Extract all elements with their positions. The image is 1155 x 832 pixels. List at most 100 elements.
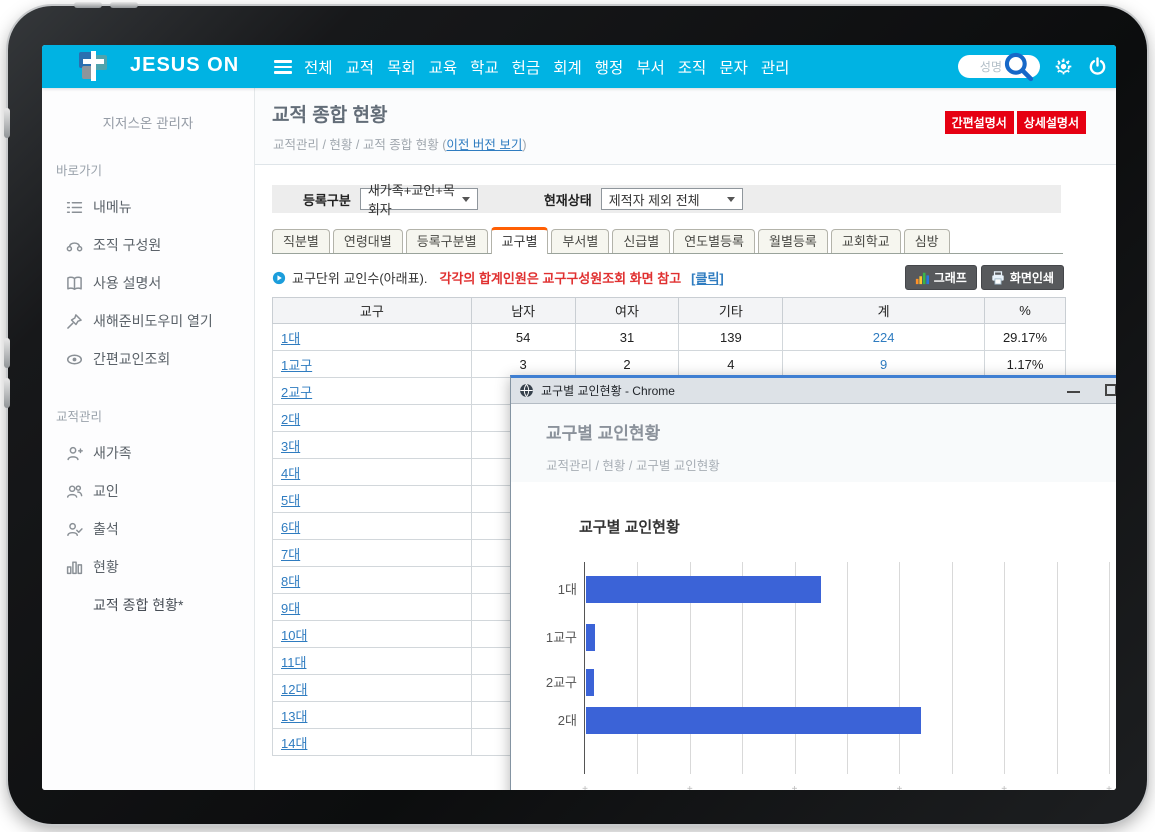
tab[interactable]: 직분별 bbox=[272, 229, 330, 253]
tab[interactable]: 등록구분별 bbox=[406, 229, 488, 253]
nav-item[interactable]: 헌금 bbox=[512, 56, 541, 78]
column-header: 남자 bbox=[471, 298, 575, 324]
chart-gridline bbox=[1057, 562, 1058, 774]
nav-item[interactable]: 교육 bbox=[429, 56, 458, 78]
table-header-row: 교구남자여자기타계% bbox=[273, 298, 1066, 324]
chart-category-label: 2교구 bbox=[521, 669, 577, 696]
maximize-button[interactable] bbox=[1105, 384, 1116, 396]
column-header: 교구 bbox=[273, 298, 472, 324]
detail-manual-button[interactable]: 상세설명서 bbox=[1017, 111, 1086, 134]
nav-item[interactable]: 조직 bbox=[678, 56, 707, 78]
column-header: 기타 bbox=[679, 298, 783, 324]
volume-button bbox=[110, 2, 138, 8]
tab[interactable]: 부서별 bbox=[551, 229, 609, 253]
tab[interactable]: 심방 bbox=[904, 229, 950, 253]
click-link[interactable]: [클릭] bbox=[691, 268, 724, 287]
popup-titlebar[interactable]: 교구별 교인현황 - Chrome bbox=[511, 378, 1116, 404]
tab[interactable]: 교구별 bbox=[491, 227, 549, 254]
hamburger-menu-icon[interactable] bbox=[274, 60, 292, 77]
sidebar-item[interactable]: 새해준비도우미 열기 bbox=[42, 302, 254, 340]
sidebar-item-label: 내메뉴 bbox=[93, 197, 132, 217]
tab[interactable]: 신급별 bbox=[612, 229, 670, 253]
district-link[interactable]: 2교구 bbox=[281, 385, 312, 400]
menu-list-icon bbox=[66, 199, 83, 216]
person-check-icon bbox=[66, 521, 83, 538]
district-link[interactable]: 5대 bbox=[281, 493, 300, 508]
search-input[interactable] bbox=[958, 60, 1002, 74]
minimize-button[interactable] bbox=[1067, 391, 1080, 393]
filter-bar: 등록구분 새가족+교인+목회자 현재상태 제적자 제외 전체 bbox=[272, 185, 1061, 213]
sidebar-item[interactable]: 새가족 bbox=[42, 434, 254, 472]
current-status-label: 현재상태 bbox=[544, 190, 592, 209]
nav-item[interactable]: 관리 bbox=[761, 56, 790, 78]
tab[interactable]: 교회학교 bbox=[831, 229, 901, 253]
district-link[interactable]: 12대 bbox=[281, 682, 307, 697]
sidebar-item[interactable]: 교인 bbox=[42, 472, 254, 510]
chart-popup-window: 교구별 교인현황 - Chrome 교구별 교인현황 교적관리 / 현황 / 교… bbox=[510, 375, 1116, 790]
district-link[interactable]: 3대 bbox=[281, 439, 300, 454]
table-cell[interactable]: 9 bbox=[783, 351, 985, 378]
sidebar-item-label: 사용 설명서 bbox=[93, 273, 161, 293]
popup-header: 교구별 교인현황 교적관리 / 현황 / 교구별 교인현황 bbox=[511, 404, 1116, 482]
chart-gridline bbox=[1004, 562, 1005, 774]
nav-item[interactable]: 회계 bbox=[553, 56, 582, 78]
screen: JESUS ON 전체교적목회교육학교헌금회계행정부서조직문자관리 bbox=[42, 45, 1116, 790]
nav-item[interactable]: 교적 bbox=[346, 56, 375, 78]
graph-button[interactable]: 그래프 bbox=[905, 265, 977, 290]
profile-name: 지저스온 관리자 bbox=[42, 112, 254, 132]
sidebar-item-label: 조직 구성원 bbox=[93, 235, 161, 255]
sidebar-item[interactable]: 사용 설명서 bbox=[42, 264, 254, 302]
district-link[interactable]: 9대 bbox=[281, 601, 300, 616]
sidebar-item[interactable]: 조직 구성원 bbox=[42, 226, 254, 264]
district-link[interactable]: 2대 bbox=[281, 412, 300, 427]
sidebar-item[interactable]: 출석 bbox=[42, 510, 254, 548]
info-highlight: 각각의 합계인원은 교구구성원조회 화면 참고 bbox=[439, 268, 681, 287]
gear-icon[interactable] bbox=[1054, 57, 1073, 76]
search-icon[interactable] bbox=[1002, 50, 1035, 83]
sidebar-item[interactable]: 현황 bbox=[42, 548, 254, 586]
tab[interactable]: 연도별등록 bbox=[673, 229, 755, 253]
district-link[interactable]: 8대 bbox=[281, 574, 300, 589]
district-link[interactable]: 6대 bbox=[281, 520, 300, 535]
nav-item[interactable]: 행정 bbox=[595, 56, 624, 78]
sidebar-item-label: 새가족 bbox=[93, 443, 132, 463]
table-row: 1교구32491.17% bbox=[273, 351, 1066, 378]
axis-tick: + bbox=[790, 784, 800, 790]
print-button[interactable]: 화면인쇄 bbox=[981, 265, 1064, 290]
district-link[interactable]: 4대 bbox=[281, 466, 300, 481]
tab[interactable]: 월별등록 bbox=[758, 229, 828, 253]
table-cell[interactable]: 224 bbox=[783, 324, 985, 351]
nav-item[interactable]: 목회 bbox=[387, 56, 416, 78]
nav-item[interactable]: 문자 bbox=[719, 56, 748, 78]
sidebar-item-label: 교적 종합 현황* bbox=[93, 595, 184, 615]
chart-title: 교구별 교인현황 bbox=[579, 516, 680, 537]
sidebar-item-label: 교인 bbox=[93, 481, 119, 501]
info-text: 교구단위 교인수(아래표). bbox=[292, 268, 427, 287]
previous-version-link[interactable]: 이전 버전 보기 bbox=[446, 138, 522, 152]
sidebar-item[interactable]: 간편교인조회 bbox=[42, 340, 254, 378]
nav-item[interactable]: 전체 bbox=[304, 56, 333, 78]
nav-item[interactable]: 부서 bbox=[636, 56, 665, 78]
side-button bbox=[4, 378, 10, 408]
tab[interactable]: 연령대별 bbox=[333, 229, 403, 253]
district-link[interactable]: 14대 bbox=[281, 736, 307, 751]
quick-manual-button[interactable]: 간편설명서 bbox=[945, 111, 1014, 134]
district-link[interactable]: 1대 bbox=[281, 331, 300, 346]
side-button bbox=[4, 108, 10, 138]
volume-button bbox=[74, 2, 102, 8]
table-cell: 31 bbox=[575, 324, 679, 351]
sidebar-item[interactable]: 교적 종합 현황* bbox=[42, 586, 254, 624]
power-icon[interactable] bbox=[1088, 57, 1107, 76]
district-link[interactable]: 7대 bbox=[281, 547, 300, 562]
current-status-select[interactable]: 제적자 제외 전체 bbox=[601, 188, 743, 210]
org-members-icon bbox=[66, 237, 83, 254]
district-link[interactable]: 10대 bbox=[281, 628, 307, 643]
table-cell: 3 bbox=[471, 351, 575, 378]
printer-icon bbox=[991, 271, 1005, 285]
nav-item[interactable]: 학교 bbox=[470, 56, 499, 78]
district-link[interactable]: 11대 bbox=[281, 655, 306, 670]
sidebar-item[interactable]: 내메뉴 bbox=[42, 188, 254, 226]
registration-type-select[interactable]: 새가족+교인+목회자 bbox=[360, 188, 478, 210]
district-link[interactable]: 1교구 bbox=[281, 358, 312, 373]
district-link[interactable]: 13대 bbox=[281, 709, 307, 724]
